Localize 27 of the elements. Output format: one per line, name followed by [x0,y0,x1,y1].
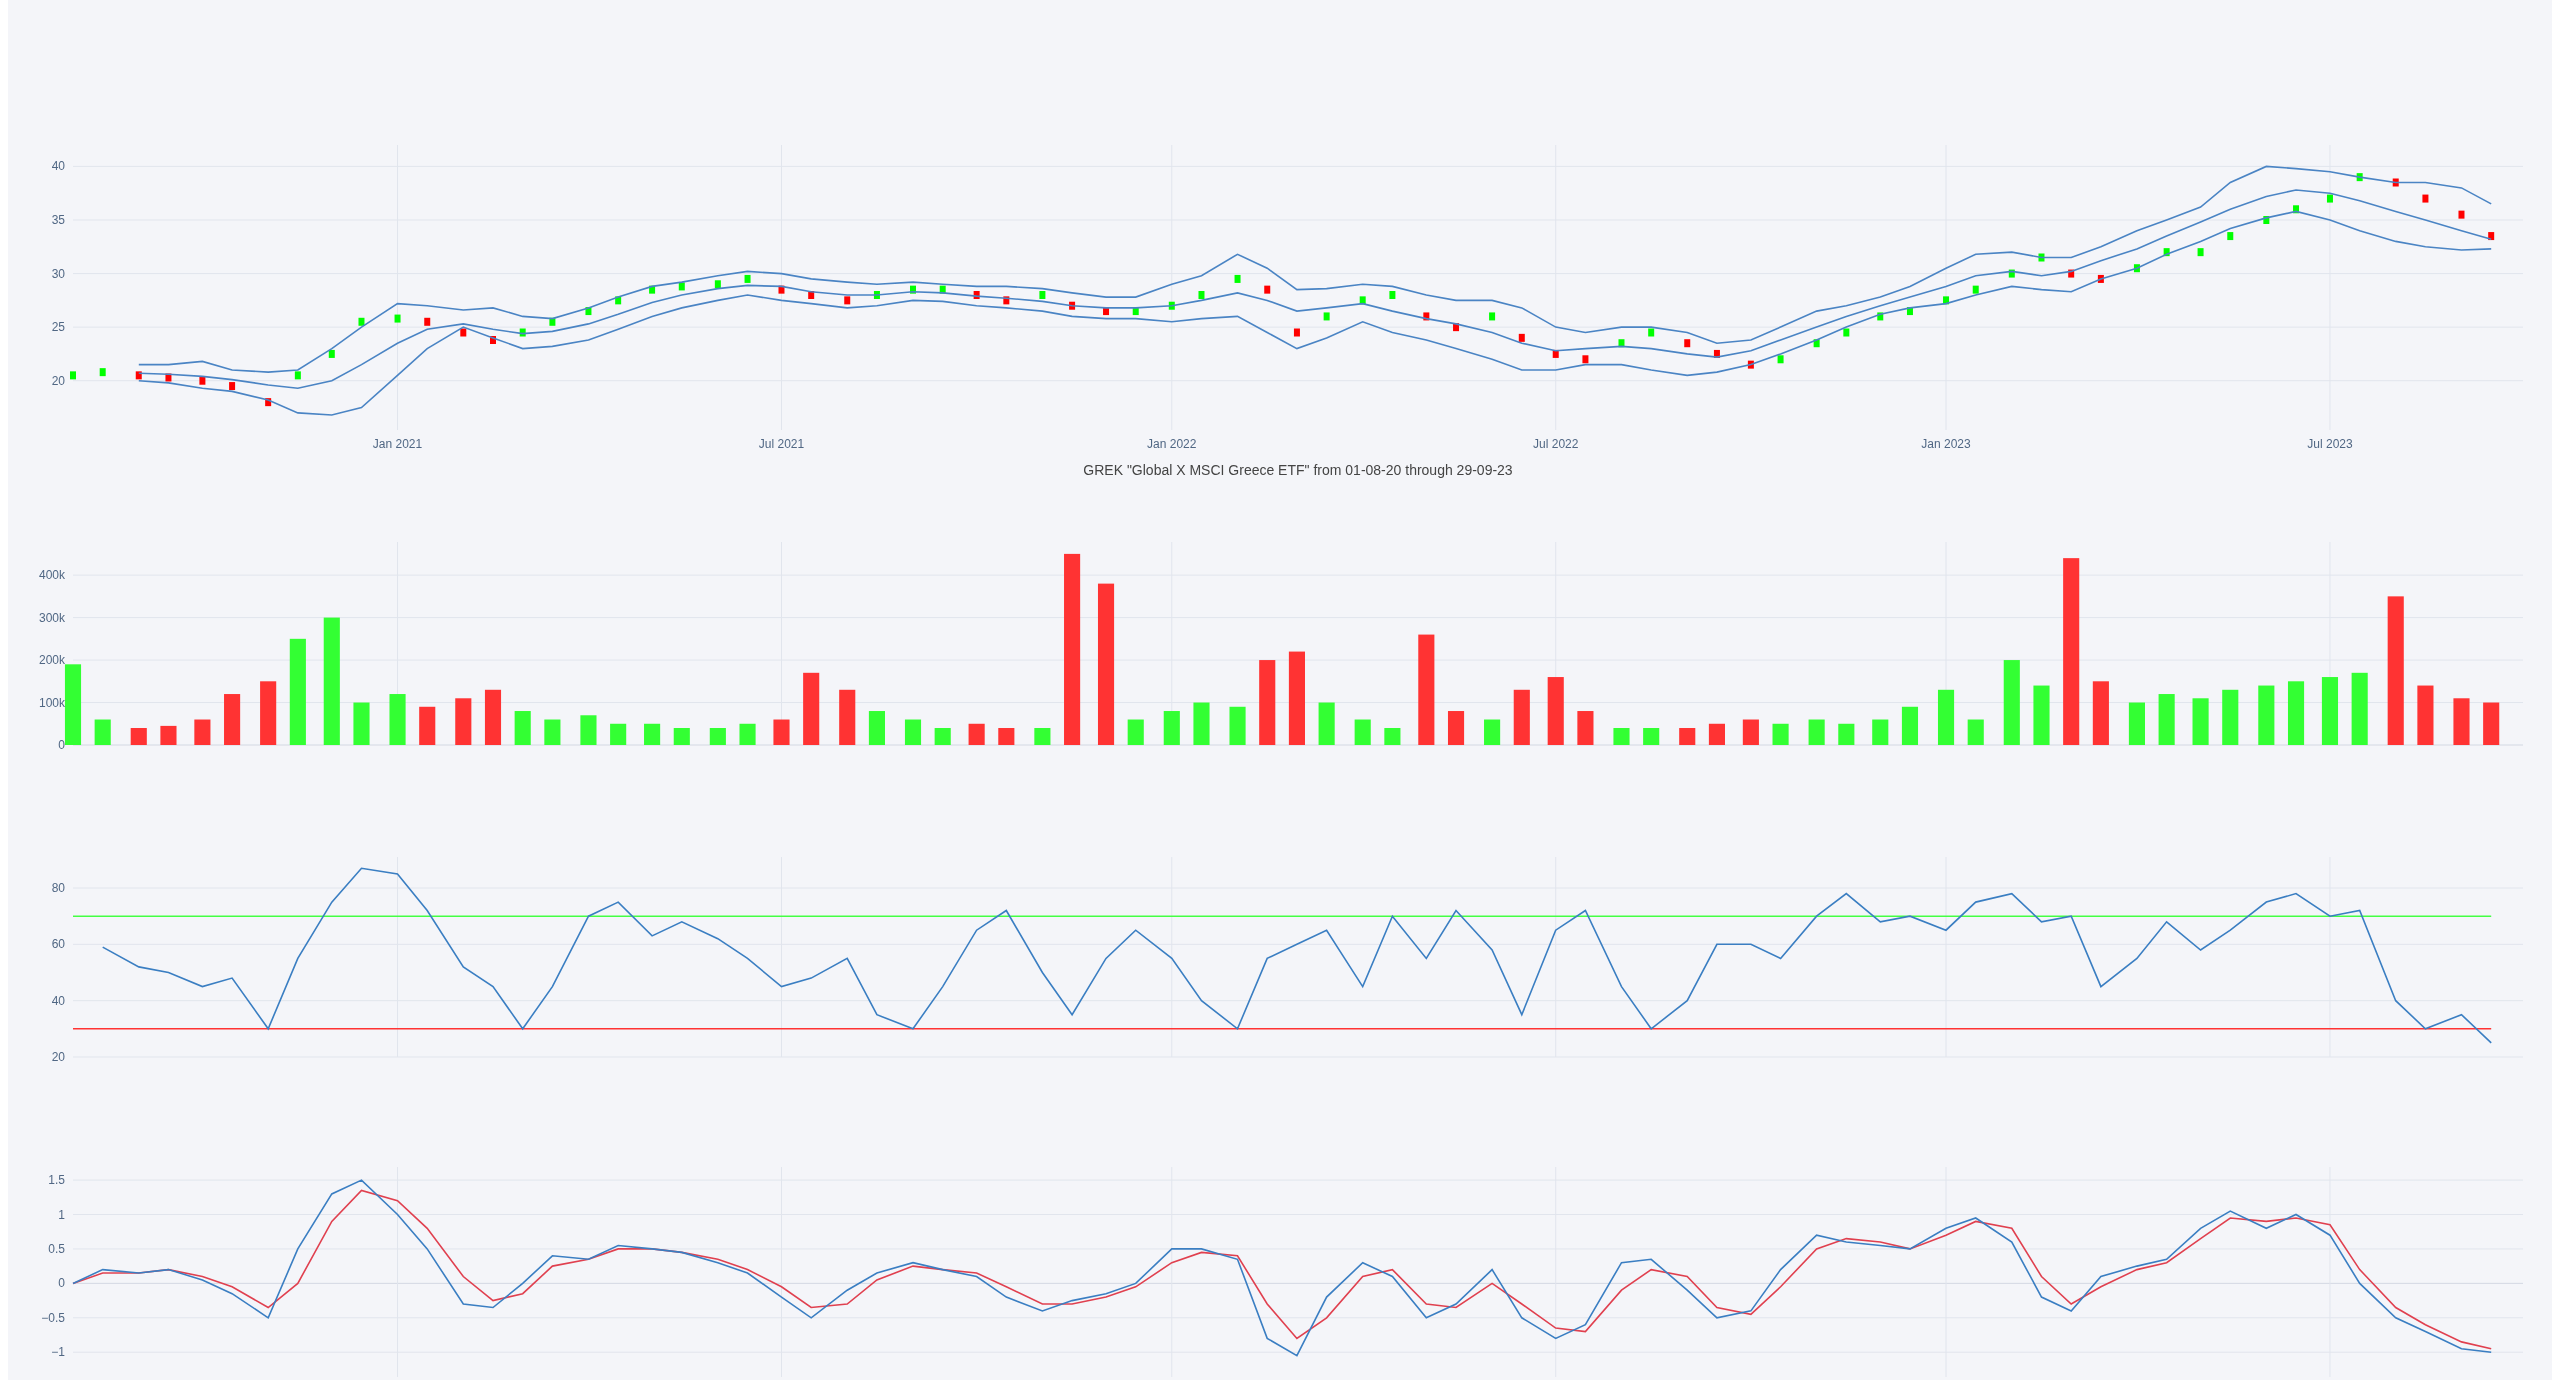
axis-tick-label: Jul 2023 [2307,437,2353,451]
axis-tick-label: 400k [38,568,65,583]
axis-tick-label: 200k [38,653,65,668]
axis-tick-label: 0.5 [48,1241,65,1256]
axis-tick-label: 0 [58,1276,65,1291]
axis-tick-label: 80 [51,881,65,895]
axis-tick-label: 20 [51,373,65,388]
axis-tick-label: Jan 2023 [1921,437,1971,451]
axis-tick-label: 40 [51,159,65,174]
axis-tick-label: 1.5 [48,1173,65,1188]
axis-tick-label: 35 [51,213,65,227]
chart-title: GREK "Global X MSCI Greece ETF" from 01-08-20 through 29-09-23 [1083,461,1513,480]
axis-tick-label: 60 [51,937,65,952]
axis-tick-label: Jul 2021 [758,437,805,451]
axis-tick-label: Jan 2021 [372,437,423,451]
axis-tick-label: 1 [58,1207,65,1222]
axis-tick-label: 20 [51,1050,65,1064]
axis-tick-label: Jan 2022 [1147,437,1197,451]
axis-tick-label: −1 [51,1345,65,1360]
axis-tick-label: 30 [51,266,65,281]
axis-tick-label: 100k [38,695,65,710]
axis-tick-label: 25 [51,320,65,335]
axis-tick-label: Jul 2022 [1533,437,1579,451]
axis-tick-label: 300k [38,610,65,625]
axis-tick-label: −0.5 [41,1310,65,1325]
axis-tick-label: 40 [51,993,65,1008]
axis-tick-label: 0 [58,738,65,752]
